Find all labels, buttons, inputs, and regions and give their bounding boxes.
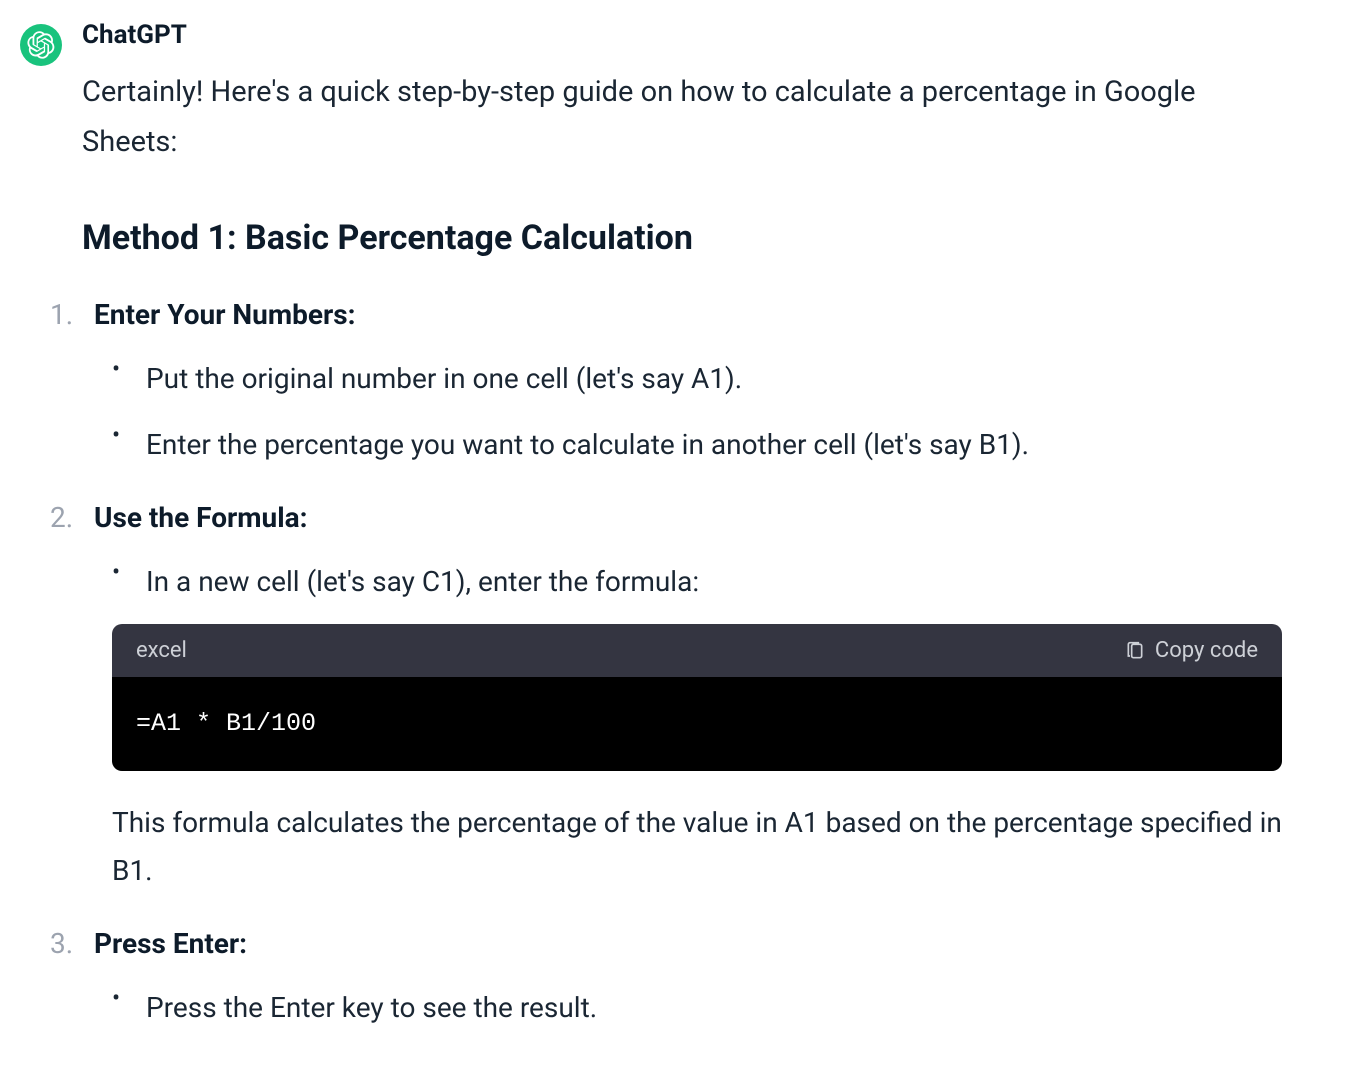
- bullet-item: Press the Enter key to see the result.: [112, 984, 1282, 1032]
- intro-text: Certainly! Here's a quick step-by-step g…: [82, 68, 1282, 168]
- step-bullets: In a new cell (let's say C1), enter the …: [112, 558, 1282, 606]
- step-item: 1. Enter Your Numbers: Put the original …: [50, 298, 1282, 469]
- step-row: 3. Press Enter:: [50, 927, 1282, 960]
- author-name: ChatGPT: [82, 20, 1282, 50]
- step-bullets: Press the Enter key to see the result.: [112, 984, 1282, 1032]
- bullet-item: Put the original number in one cell (let…: [112, 355, 1282, 403]
- step-item: 3. Press Enter: Press the Enter key to s…: [50, 927, 1282, 1032]
- step-title: Enter Your Numbers:: [94, 298, 356, 331]
- step-row: 2. Use the Formula:: [50, 501, 1282, 534]
- code-header: excel Copy code: [112, 624, 1282, 677]
- message-content: ChatGPT Certainly! Here's a quick step-b…: [82, 20, 1282, 1064]
- step-item: 2. Use the Formula: In a new cell (let's…: [50, 501, 1282, 895]
- step-number: 2.: [50, 501, 94, 534]
- steps-list: 1. Enter Your Numbers: Put the original …: [82, 298, 1282, 1032]
- code-content: =A1 * B1/100: [112, 677, 1282, 771]
- clipboard-icon: [1125, 641, 1145, 661]
- step-title: Use the Formula:: [94, 501, 308, 534]
- method-heading: Method 1: Basic Percentage Calculation: [82, 218, 1282, 258]
- step-number: 3.: [50, 927, 94, 960]
- openai-logo-icon: [27, 31, 55, 59]
- code-block: excel Copy code =A1 * B1/100: [112, 624, 1282, 771]
- step-row: 1. Enter Your Numbers:: [50, 298, 1282, 331]
- copy-code-button[interactable]: Copy code: [1125, 638, 1258, 663]
- step-title: Press Enter:: [94, 927, 247, 960]
- assistant-avatar: [20, 24, 62, 66]
- step-explanation: This formula calculates the percentage o…: [112, 799, 1282, 895]
- step-bullets: Put the original number in one cell (let…: [112, 355, 1282, 469]
- bullet-item: In a new cell (let's say C1), enter the …: [112, 558, 1282, 606]
- message-container: ChatGPT Certainly! Here's a quick step-b…: [20, 20, 1332, 1064]
- step-number: 1.: [50, 298, 94, 331]
- copy-code-label: Copy code: [1155, 638, 1258, 663]
- code-language-label: excel: [136, 638, 187, 663]
- bullet-item: Enter the percentage you want to calcula…: [112, 421, 1282, 469]
